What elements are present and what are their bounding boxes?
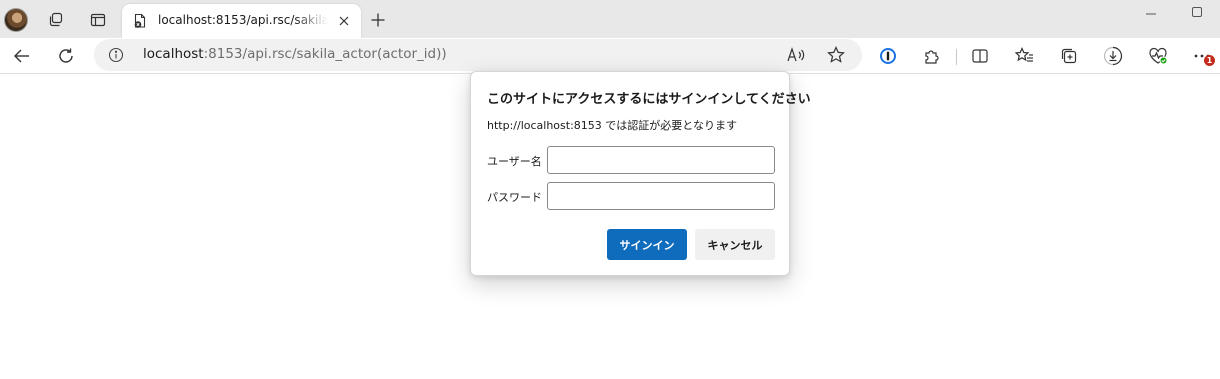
dialog-message: http://localhost:8153 では認証が必要となります xyxy=(487,119,737,132)
tab-active[interactable]: localhost:8153/api.rsc/sakila_actor(acto… xyxy=(122,4,361,38)
cancel-button[interactable]: キャンセル xyxy=(695,229,775,260)
url-text: localhost:8153/api.rsc/sakila_actor(acto… xyxy=(143,46,447,62)
address-bar[interactable]: localhost:8153/api.rsc/sakila_actor(acto… xyxy=(94,39,862,71)
minimize-icon[interactable] xyxy=(1136,2,1166,22)
favorites-list-icon[interactable] xyxy=(1011,42,1039,70)
star-icon[interactable] xyxy=(824,43,848,67)
avatar[interactable] xyxy=(4,8,28,32)
close-icon[interactable] xyxy=(336,13,352,29)
download-icon[interactable] xyxy=(1099,42,1127,70)
1password-icon[interactable] xyxy=(874,42,902,70)
tab-strip: localhost:8153/api.rsc/sakila_actor(acto… xyxy=(0,0,1220,38)
page-error-icon xyxy=(132,13,148,29)
collections-icon[interactable] xyxy=(1055,42,1083,70)
split-screen-icon[interactable] xyxy=(966,42,994,70)
password-field[interactable] xyxy=(547,182,775,210)
workspaces-icon[interactable] xyxy=(44,8,68,32)
tab-actions-icon[interactable] xyxy=(86,8,110,32)
arrow-left-icon[interactable] xyxy=(8,42,36,70)
puzzle-icon[interactable] xyxy=(918,42,946,70)
read-aloud-icon[interactable] xyxy=(784,43,808,67)
browser-window: localhost:8153/api.rsc/sakila_actor(acto… xyxy=(0,0,1220,379)
refresh-icon[interactable] xyxy=(52,42,80,70)
username-field[interactable] xyxy=(547,146,775,174)
maximize-icon[interactable] xyxy=(1182,2,1212,22)
heart-pulse-icon[interactable] xyxy=(1144,42,1172,70)
auth-dialog: このサイトにアクセスするにはサインインしてください http://localho… xyxy=(470,71,811,276)
url-host: localhost xyxy=(143,46,204,62)
dialog-title: このサイトにアクセスするにはサインインしてください xyxy=(487,92,811,107)
toolbar: localhost:8153/api.rsc/sakila_actor(acto… xyxy=(0,38,1220,74)
tab-title: localhost:8153/api.rsc/sakila_actor(acto… xyxy=(158,13,328,27)
username-label: ユーザー名 xyxy=(487,155,542,168)
notification-badge: 1 xyxy=(1204,55,1215,66)
toolbar-divider xyxy=(956,49,957,65)
url-path: :8153/api.rsc/sakila_actor(actor_id)) xyxy=(203,46,447,62)
sign-in-button[interactable]: サインイン xyxy=(607,229,687,260)
info-icon[interactable] xyxy=(108,47,124,63)
password-label: パスワード xyxy=(487,191,542,204)
plus-icon[interactable] xyxy=(366,8,390,32)
